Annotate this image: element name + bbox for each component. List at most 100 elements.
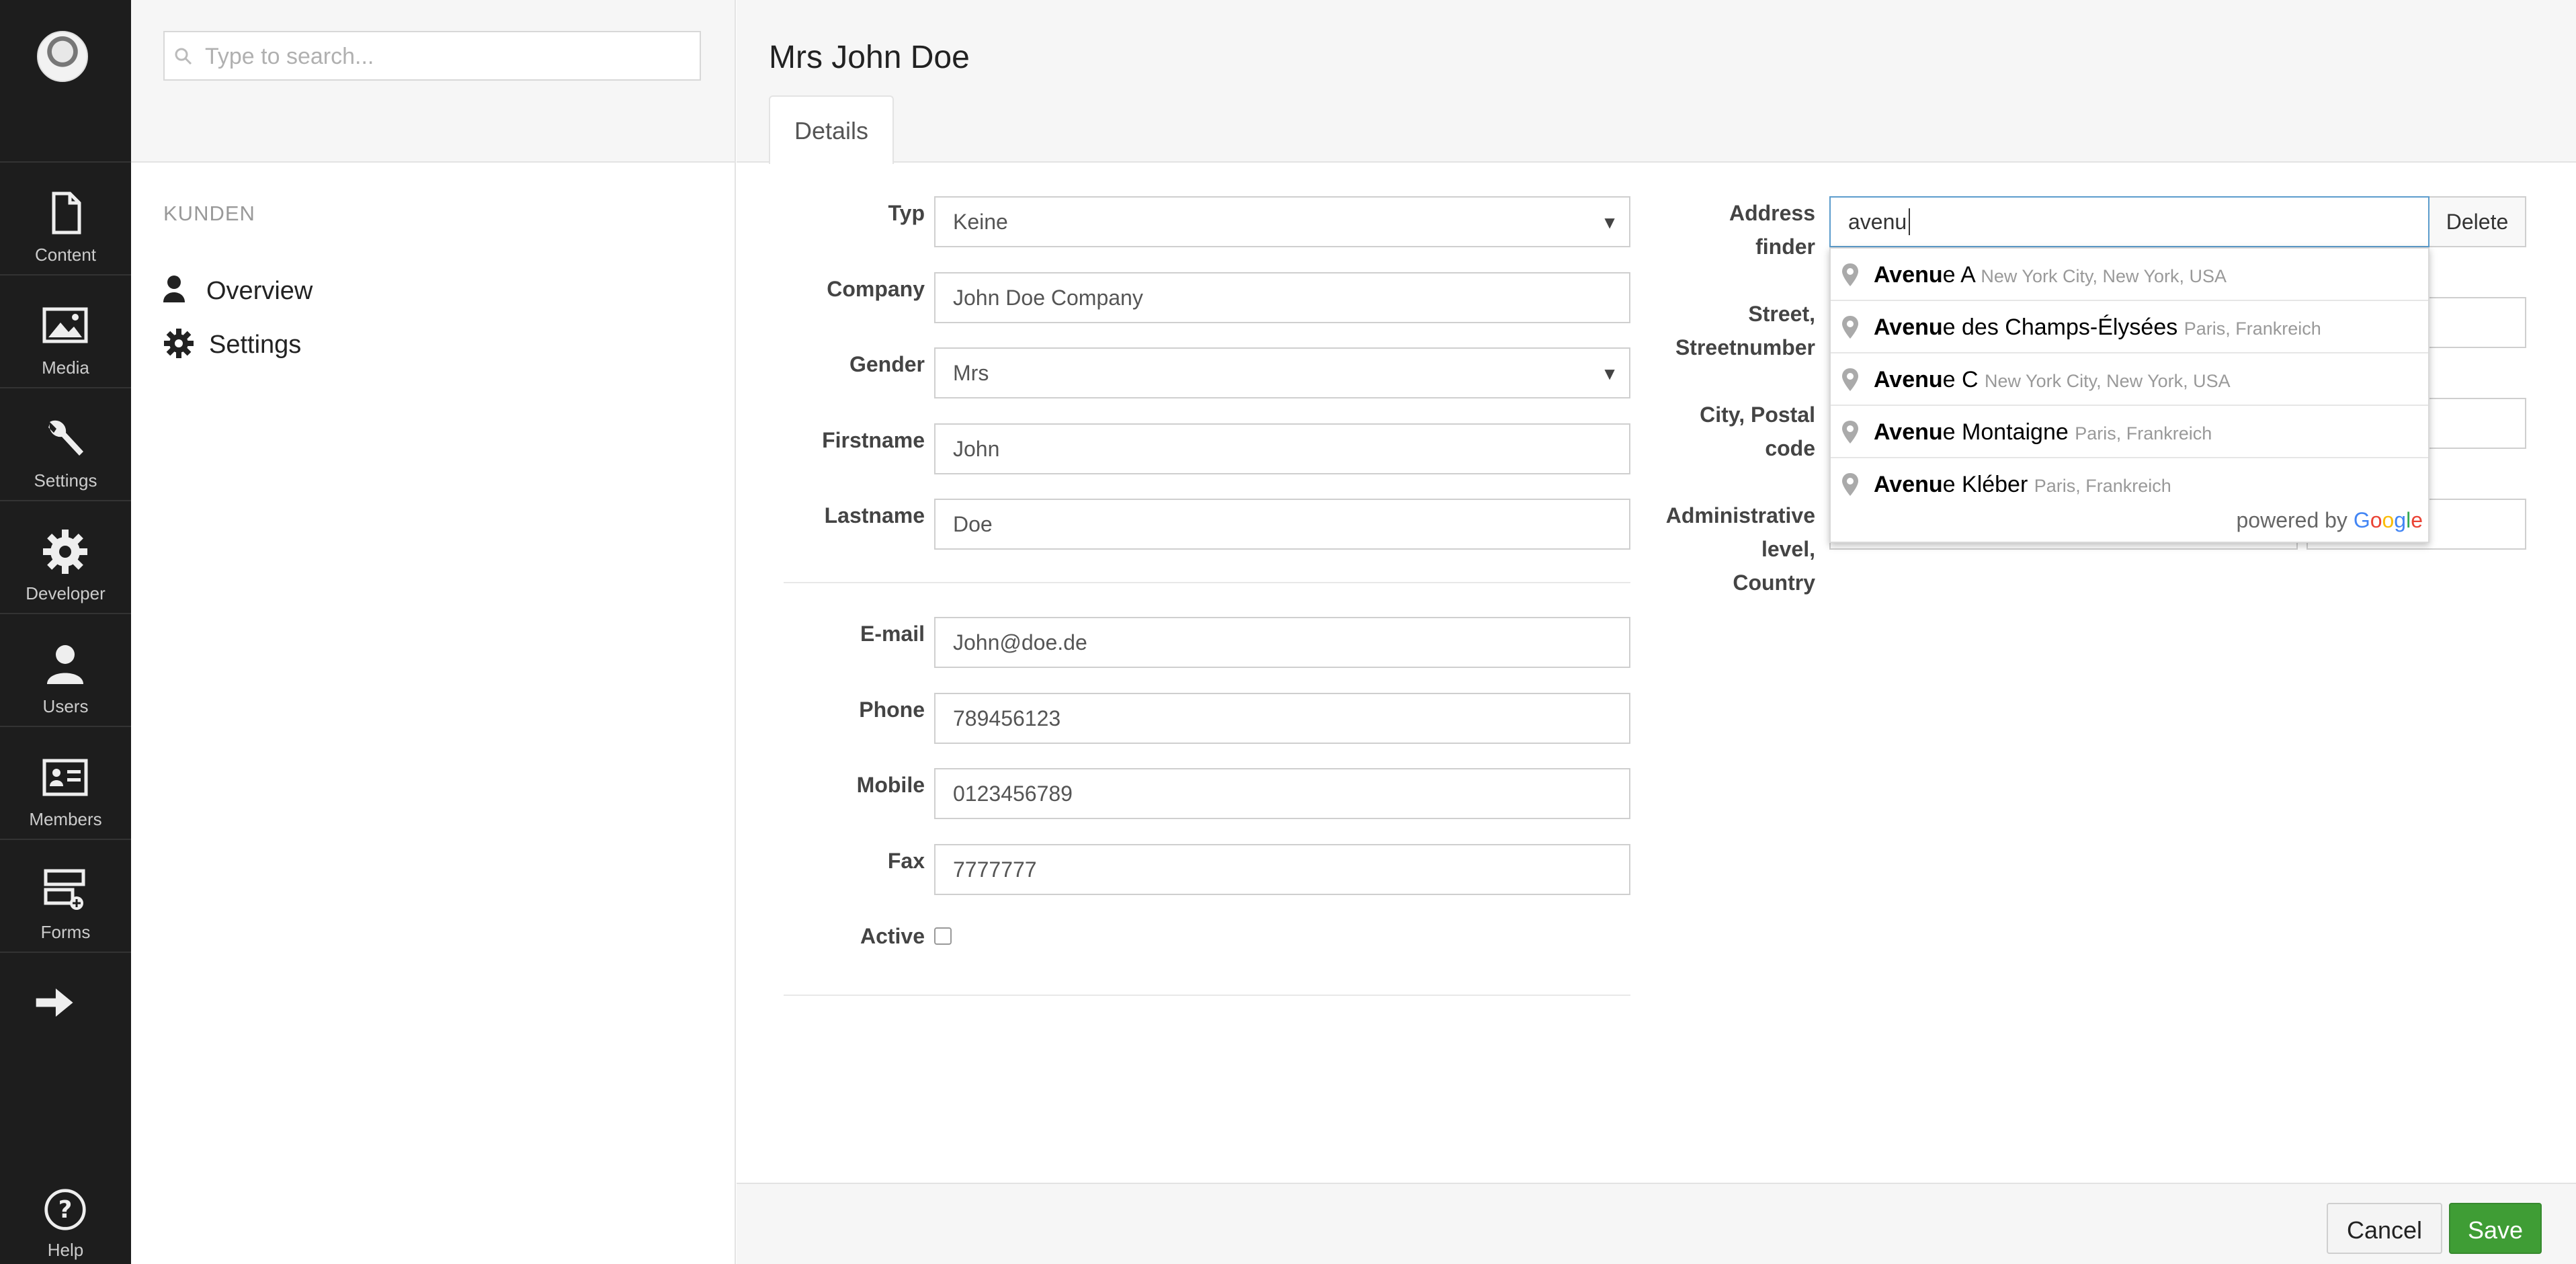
section-sidebar: KUNDEN Overview Settings [131,0,736,1264]
tab-details[interactable]: Details [769,95,894,164]
mobile-field[interactable]: 0123456789 [934,768,1630,819]
suggestion-item[interactable]: Avenue des Champs-Élysées Paris, Frankre… [1831,301,2428,353]
powered-by-text: powered by Google [2236,508,2423,533]
label-line: code [1765,436,1815,460]
powered-by-label: powered by [2236,508,2348,532]
forms-icon [44,869,85,910]
google-logo-letter: o [2370,508,2382,532]
save-label: Save [2467,1216,2524,1244]
lastname-label: Lastname [824,503,925,528]
phone-field[interactable]: 789456123 [934,693,1630,744]
map-pin-icon [1842,421,1858,444]
email-field[interactable]: John@doe.de [934,617,1630,668]
app-item-help[interactable]: ? Help [0,1152,131,1264]
suggestion-secondary: Paris, Frankreich [2075,423,2212,444]
suggestion-match: Avenu [1874,367,1943,392]
city-label: City, Postal code [1637,398,1815,465]
address-suggestions: Avenue A New York City, New York, USA Av… [1829,247,2429,543]
app-item-developer[interactable]: Developer [0,501,131,613]
app-item-users[interactable]: Users [0,614,131,726]
label-line: City, Postal [1700,403,1815,427]
label-line: Street, [1748,302,1815,326]
active-label: Active [860,924,925,948]
firstname-field[interactable]: John [934,423,1630,474]
gender-value: Mrs [953,361,989,385]
app-item-members[interactable]: Members [0,727,131,839]
powered-by-google: powered by Google [1831,504,2428,538]
main-panel: Mrs John Doe Details Typ Keine ▼ Company… [737,0,2576,1264]
id-card-icon [42,759,88,796]
app-item-label: Help [47,1240,84,1260]
text-cursor [1909,208,1910,235]
fax-value: 7777777 [953,857,1037,882]
suggestion-item[interactable]: Avenue Kléber Paris, Frankreich [1831,458,2428,511]
app-item-label: Members [29,809,102,829]
typ-label: Typ [888,201,925,225]
section-title: KUNDEN [163,202,255,225]
image-icon [42,307,88,343]
delete-button[interactable]: Delete [2429,196,2526,247]
help-icon: ? [44,1189,86,1230]
lastname-field[interactable]: Doe [934,499,1630,550]
map-pin-icon [1842,316,1858,339]
svg-text:?: ? [58,1196,73,1224]
tree-item-settings[interactable]: Settings [163,324,688,364]
phone-value: 789456123 [953,706,1061,730]
address-finder-input[interactable]: avenu [1829,196,2429,247]
app-item-settings[interactable]: Settings [0,388,131,500]
arrow-right-icon[interactable] [34,981,77,1024]
typ-select[interactable]: Keine ▼ [934,196,1630,247]
divider [784,582,1630,583]
active-checkbox[interactable] [934,927,952,945]
label-line: level, [1761,537,1815,561]
user-avatar[interactable] [37,31,88,82]
company-field[interactable]: John Doe Company [934,272,1630,323]
company-value: John Doe Company [953,286,1143,310]
save-button[interactable]: Save [2449,1203,2542,1254]
divider [0,952,131,953]
firstname-value: John [953,437,1000,461]
phone-label: Phone [859,698,925,722]
address-finder-value: avenu [1848,210,1907,234]
google-logo-letter: e [2411,508,2423,532]
gender-select[interactable]: Mrs ▼ [934,347,1630,398]
editor-header: Mrs John Doe Details [737,0,2576,164]
user-icon [47,645,83,684]
map-pin-icon [1842,263,1858,286]
email-label: E-mail [860,622,925,646]
tree-item-overview[interactable]: Overview [163,270,688,310]
search-input[interactable] [205,42,689,71]
lastname-value: Doe [953,512,993,536]
app-item-media[interactable]: Media [0,276,131,387]
search-box[interactable] [163,31,701,81]
suggestion-match: Avenu [1874,472,1943,497]
typ-value: Keine [953,210,1008,234]
suggestion-text: Avenue C New York City, New York, USA [1874,367,2231,393]
suggestion-secondary: New York City, New York, USA [1985,371,2231,391]
cancel-button[interactable]: Cancel [2327,1203,2442,1254]
gear-icon [164,329,194,358]
fax-field[interactable]: 7777777 [934,844,1630,895]
document-icon [52,192,81,235]
map-pin-icon [1842,473,1858,496]
mobile-value: 0123456789 [953,782,1073,806]
app-item-forms[interactable]: Forms [0,840,131,952]
tab-label: Details [794,117,869,144]
cancel-label: Cancel [2346,1216,2423,1244]
suggestion-item[interactable]: Avenue C New York City, New York, USA [1831,353,2428,406]
suggestion-item[interactable]: Avenue Montaigne Paris, Frankreich [1831,406,2428,458]
suggestion-match: Avenu [1874,262,1943,288]
suggestion-rest: e des Champs-Élysées [1942,314,2178,340]
firstname-label: Firstname [822,428,925,452]
street-label: Street, Streetnumber [1637,297,1815,364]
suggestion-item[interactable]: Avenue A New York City, New York, USA [1831,249,2428,301]
suggestion-text: Avenue Kléber Paris, Frankreich [1874,472,2171,498]
fax-label: Fax [887,849,925,873]
app-item-content[interactable]: Content [0,163,131,274]
app-sidebar: Content Media Settings Developer Users M… [0,0,131,1264]
app-item-label: Developer [26,583,106,603]
label-line: finder [1755,235,1815,259]
suggestion-match: Avenu [1874,419,1943,445]
suggestion-secondary: New York City, New York, USA [1981,266,2227,286]
app-item-label: Forms [40,922,91,942]
